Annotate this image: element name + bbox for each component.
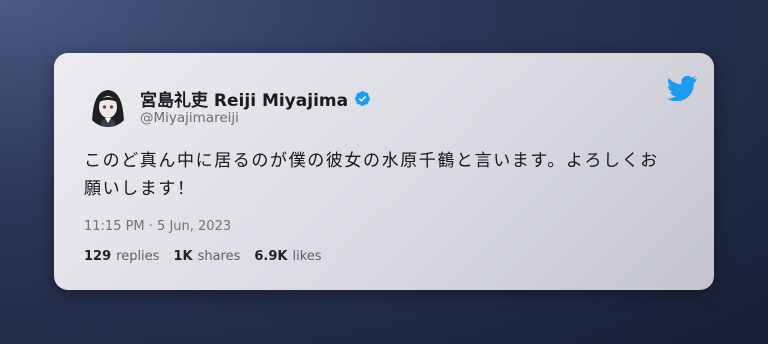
author-handle[interactable]: @Miyajimareiji [140,110,239,126]
author-name-row: 宮島礼吏 Reiji Miyajima [140,86,371,111]
likes-count: 6.9K [254,249,288,264]
tweet-timestamp[interactable]: 11:15 PM · 5 Jun, 2023 [84,219,231,234]
tweet-card: 宮島礼吏 Reiji Miyajima @Miyajimareiji このど真ん… [54,53,714,290]
display-name[interactable]: 宮島礼吏 Reiji Miyajima [140,86,348,111]
replies-count: 129 [84,249,112,264]
avatar[interactable] [86,83,130,127]
tweet-text: このど真ん中に居るのが僕の彼女の水原千鶴と言います。よろしくお願いします！ [84,151,659,199]
shares-stat[interactable]: 1K shares [173,249,240,264]
shares-label: shares [197,249,241,264]
likes-stat[interactable]: 6.9K likes [254,249,321,264]
shares-count: 1K [173,249,193,264]
replies-label: replies [116,249,160,264]
replies-stat[interactable]: 129 replies [84,249,159,264]
verified-badge-icon [354,90,371,107]
avatar-image [86,83,130,127]
likes-label: likes [292,249,322,264]
tweet-stats: 129 replies 1K shares 6.9K likes [84,249,322,264]
twitter-bird-icon[interactable] [667,75,697,102]
